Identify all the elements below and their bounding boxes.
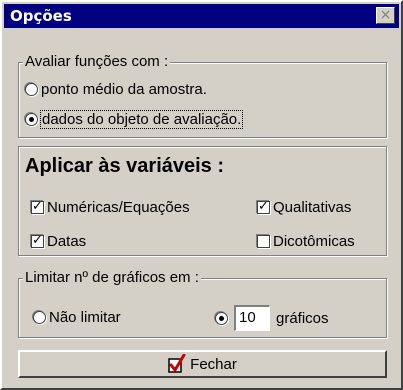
checkbox-qualitativas-box[interactable]: ✓ [257,200,270,214]
checkbox-qualitativas[interactable]: ✓ Qualitativas [257,197,351,217]
radio-sample-midpoint[interactable]: ponto médio da amostra. [25,79,207,99]
evaluate-functions-group: Avaliar funções com : ponto médio da amo… [18,53,387,138]
checkbox-numericas-label: Numéricas/Equações [47,198,190,216]
limit-charts-group: Limitar nº de gráficos em : Não limitar … [18,269,387,338]
checkbox-qualitativas-label: Qualitativas [273,198,352,216]
charts-unit-label: gráficos [276,309,329,327]
radio-no-limit-label: Não limitar [49,308,121,326]
checkbox-dicotomicas[interactable]: Dicotômicas [257,231,355,251]
options-dialog: Opções × Avaliar funções com : ponto méd… [0,0,403,390]
radio-evaluation-object[interactable]: dados do objeto de avaliação. [25,109,244,129]
checkbox-dicotomicas-label: Dicotômicas [273,232,355,250]
checkbox-datas[interactable]: ✓ Datas [31,231,86,251]
checkbox-numericas[interactable]: ✓ Numéricas/Equações [31,197,190,217]
checkbox-dicotomicas-box[interactable] [257,234,270,248]
close-icon: × [379,7,392,23]
window-title: Opções [10,7,72,25]
radio-sample-midpoint-label: ponto médio da amostra. [41,80,207,98]
close-button[interactable]: Fechar [18,350,387,378]
radio-sample-midpoint-indicator[interactable] [25,82,38,96]
window-close-button[interactable]: × [376,7,395,24]
chart-limit-input[interactable]: 10 [234,305,270,331]
close-button-label: Fechar [190,355,237,373]
apply-variables-title: Aplicar às variáveis : [25,155,225,177]
radio-evaluation-object-label: dados do objeto de avaliação. [39,109,244,129]
limit-charts-legend: Limitar nº de gráficos em : [23,269,201,287]
evaluate-functions-legend: Avaliar funções com : [23,53,171,71]
radio-limit-count-indicator[interactable] [215,311,228,325]
checkbox-datas-box[interactable]: ✓ [31,234,44,248]
title-bar[interactable]: Opções × [4,4,399,28]
apply-variables-group: Aplicar às variáveis : ✓ Numéricas/Equaç… [18,146,387,256]
checkbox-datas-label: Datas [47,232,87,250]
radio-no-limit-indicator[interactable] [33,310,46,324]
radio-limit-count[interactable]: 10 gráficos [215,304,329,332]
check-icon [168,354,186,373]
checkbox-numericas-box[interactable]: ✓ [31,200,44,214]
radio-no-limit[interactable]: Não limitar [33,307,121,327]
radio-evaluation-object-indicator[interactable] [25,112,38,126]
